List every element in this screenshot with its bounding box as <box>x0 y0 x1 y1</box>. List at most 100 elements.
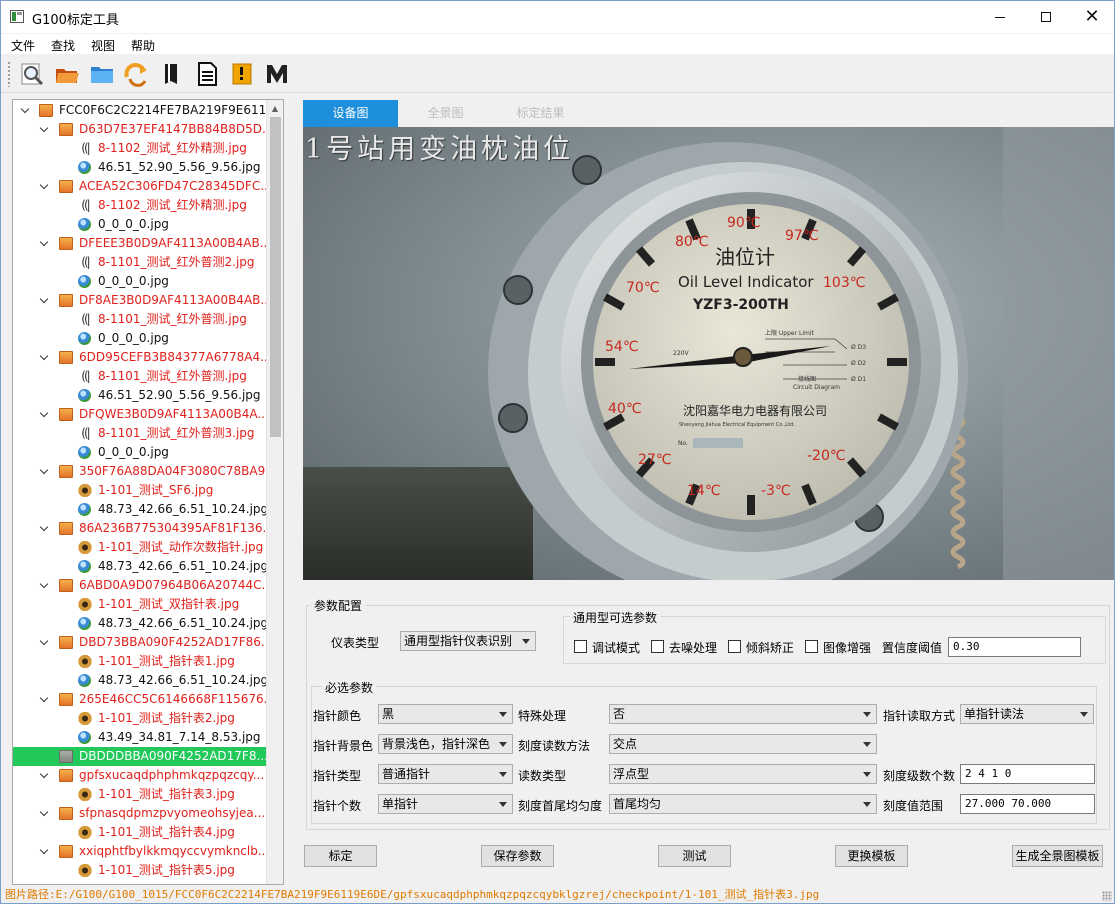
resize-grip[interactable] <box>1102 891 1112 901</box>
tree-folder-item[interactable]: ACEA52C306FD47C28345DFC... <box>13 177 272 196</box>
chevron-down-icon[interactable] <box>39 462 49 481</box>
m-logo-button[interactable] <box>262 59 292 89</box>
tree-file-item[interactable]: 0_0_0_0.jpg <box>13 443 268 462</box>
chevron-down-icon[interactable] <box>20 101 30 120</box>
tree-file-item[interactable]: 1-101_测试_指针表1.jpg <box>13 652 268 671</box>
tree-file-item[interactable]: ((| 8-1101_测试_红外普测2.jpg <box>13 253 268 272</box>
tree-folder-item[interactable]: gpfsxucaqdphphmkqzpqzcqy... <box>13 766 268 785</box>
tree-file-item[interactable]: 0_0_0_0.jpg <box>13 215 268 234</box>
tree-file-item[interactable]: 1-101_测试_指针表2.jpg <box>13 709 268 728</box>
pointer-count-select[interactable]: 单指针 <box>378 794 513 814</box>
toolbar-grip[interactable] <box>7 61 11 87</box>
tab-calibration-result[interactable]: 标定结果 <box>493 100 588 127</box>
tree-folder-item[interactable]: 6ABD0A9D07964B06A20744C... <box>13 576 273 595</box>
test-button[interactable]: 测试 <box>658 845 731 867</box>
tree-folder-item[interactable]: 6DD95CEFB3B84377A6778A4... <box>13 348 272 367</box>
tree-file-item[interactable]: ((| 8-1101_测试_红外普测.jpg <box>13 310 268 329</box>
tab-panorama[interactable]: 全景图 <box>398 100 493 127</box>
meter-type-select[interactable]: 通用型指针仪表识别 <box>400 631 536 651</box>
replace-template-button[interactable]: 更换模板 <box>835 845 908 867</box>
preview-button[interactable] <box>17 59 47 89</box>
generate-panorama-template-button[interactable]: 生成全景图模板 <box>1012 845 1103 867</box>
tree-folder-item[interactable]: DBD73BBA090F4252AD17F86... <box>13 633 272 652</box>
denoise-checkbox[interactable] <box>651 640 664 653</box>
maximize-button[interactable] <box>1023 1 1069 33</box>
tree-file-item[interactable]: 1-101_测试_双指针表.jpg <box>13 595 268 614</box>
tree-file-item[interactable]: 48.73_42.66_6.51_10.24.jpg <box>13 500 268 519</box>
debug-mode-checkbox[interactable] <box>574 640 587 653</box>
chevron-down-icon[interactable] <box>39 291 49 310</box>
open-folder-button[interactable] <box>52 59 82 89</box>
tilt-correction-checkbox[interactable] <box>728 640 741 653</box>
tree-file-item[interactable]: ((| 8-1102_测试_红外精测.jpg <box>13 196 268 215</box>
minimize-button[interactable] <box>977 1 1023 33</box>
device-image-view[interactable]: 90℃ 97℃ 80℃ 103℃ 70℃ 54℃ 40℃ 27℃ 14℃ -3℃… <box>303 127 1114 580</box>
tree-folder-item[interactable]: D63D7E37EF4147BB84B8D5D... <box>13 120 273 139</box>
tree-folder-item[interactable]: DFEEE3B0D9AF4113A00B4AB... <box>13 234 271 253</box>
tree-file-item[interactable]: 48.73_42.66_6.51_10.24.jpg <box>13 671 268 690</box>
chevron-down-icon[interactable] <box>39 804 49 823</box>
pointer-color-select[interactable]: 黑 <box>378 704 513 724</box>
tree-folder-item[interactable]: DBDDDBBA090F4252AD17F8... <box>13 747 268 766</box>
file-tree[interactable]: FCC0F6C2C2214FE7BA219F9E611... D63D7E37EF… <box>12 99 284 885</box>
tree-file-item[interactable]: 46.51_52.90_5.56_9.56.jpg <box>13 386 268 405</box>
read-mode-select[interactable]: 单指针读法 <box>960 704 1094 724</box>
tree-file-item[interactable]: 48.73_42.66_6.51_10.24.jpg <box>13 557 268 576</box>
chevron-down-icon[interactable] <box>39 519 49 538</box>
scale-method-select[interactable]: 交点 <box>609 734 877 754</box>
save-params-button[interactable]: 保存参数 <box>481 845 554 867</box>
chevron-down-icon[interactable] <box>39 842 49 861</box>
tree-folder-item[interactable]: xxiqphtfbylkkmqyccvymknclb... <box>13 842 269 861</box>
menu-view[interactable]: 视图 <box>91 37 115 54</box>
scroll-up-icon[interactable]: ▲ <box>267 100 283 117</box>
tree-file-item[interactable]: ((| 8-1102_测试_红外精测.jpg <box>13 139 268 158</box>
range-input[interactable]: 27.000 70.000 <box>960 794 1095 814</box>
chevron-down-icon[interactable] <box>39 120 49 139</box>
chevron-down-icon[interactable] <box>39 576 49 595</box>
tree-file-item[interactable]: 1-101_测试_动作次数指针.jpg <box>13 538 268 557</box>
tree-file-item[interactable]: 48.73_42.66_6.51_10.24.jpg <box>13 614 268 633</box>
chevron-down-icon[interactable] <box>39 405 49 424</box>
tree-file-item[interactable]: 46.51_52.90_5.56_9.56.jpg <box>13 158 268 177</box>
tree-file-item[interactable]: 1-101_测试_指针表3.jpg <box>13 785 268 804</box>
document-button[interactable] <box>192 59 222 89</box>
tree-scrollbar[interactable]: ▲ <box>266 100 283 884</box>
uniformity-select[interactable]: 首尾均匀 <box>609 794 877 814</box>
menu-file[interactable]: 文件 <box>11 37 35 54</box>
image-enhance-checkbox[interactable] <box>805 640 818 653</box>
chevron-down-icon[interactable] <box>39 234 49 253</box>
chevron-down-icon[interactable] <box>39 690 49 709</box>
pointer-type-select[interactable]: 普通指针 <box>378 764 513 784</box>
tree-folder-item[interactable]: 265E46CC5C6146668F115676... <box>13 690 275 709</box>
chevron-down-icon[interactable] <box>39 633 49 652</box>
refresh-button[interactable] <box>122 59 152 89</box>
tree-file-item[interactable]: 0_0_0_0.jpg <box>13 272 268 291</box>
bookmark-button[interactable] <box>227 59 257 89</box>
special-select[interactable]: 否 <box>609 704 877 724</box>
read-type-select[interactable]: 浮点型 <box>609 764 877 784</box>
threshold-input[interactable]: 0.30 <box>948 637 1081 657</box>
folder-button[interactable] <box>87 59 117 89</box>
tree-root[interactable]: FCC0F6C2C2214FE7BA219F9E611... <box>13 101 278 120</box>
tree-file-item[interactable]: 0_0_0_0.jpg <box>13 329 268 348</box>
tree-file-item[interactable]: ((| 8-1101_测试_红外普测.jpg <box>13 367 268 386</box>
tab-device-image[interactable]: 设备图 <box>303 100 398 127</box>
menu-find[interactable]: 查找 <box>51 37 75 54</box>
bg-color-select[interactable]: 背景浅色，指针深色 <box>378 734 513 754</box>
tree-folder-item[interactable]: sfpnasqdpmzpvyomeohsyjea... <box>13 804 268 823</box>
scale-levels-input[interactable]: 2 4 1 0 <box>960 764 1095 784</box>
scroll-thumb[interactable] <box>270 117 281 437</box>
tree-file-item[interactable]: ((| 8-1101_测试_红外普测3.jpg <box>13 424 268 443</box>
menu-help[interactable]: 帮助 <box>131 37 155 54</box>
tree-folder-item[interactable]: DFQWE3B0D9AF4113A00B4A... <box>13 405 269 424</box>
tree-file-item[interactable]: 43.49_34.81_7.14_8.53.jpg <box>13 728 268 747</box>
tree-folder-item[interactable]: DF8AE3B0D9AF4113A00B4AB... <box>13 291 272 310</box>
close-button[interactable]: ✕ <box>1069 1 1115 33</box>
calibrate-button[interactable]: 标定 <box>304 845 377 867</box>
tree-file-item[interactable]: 1-101_测试_指针表4.jpg <box>13 823 268 842</box>
tree-file-item[interactable]: 1-101_测试_指针表5.jpg <box>13 861 268 880</box>
tree-folder-item[interactable]: 350F76A88DA04F3080C78BA9... <box>13 462 277 481</box>
chevron-down-icon[interactable] <box>39 766 49 785</box>
chevron-down-icon[interactable] <box>39 348 49 367</box>
tree-folder-item[interactable]: 86A236B775304395AF81F136... <box>13 519 274 538</box>
